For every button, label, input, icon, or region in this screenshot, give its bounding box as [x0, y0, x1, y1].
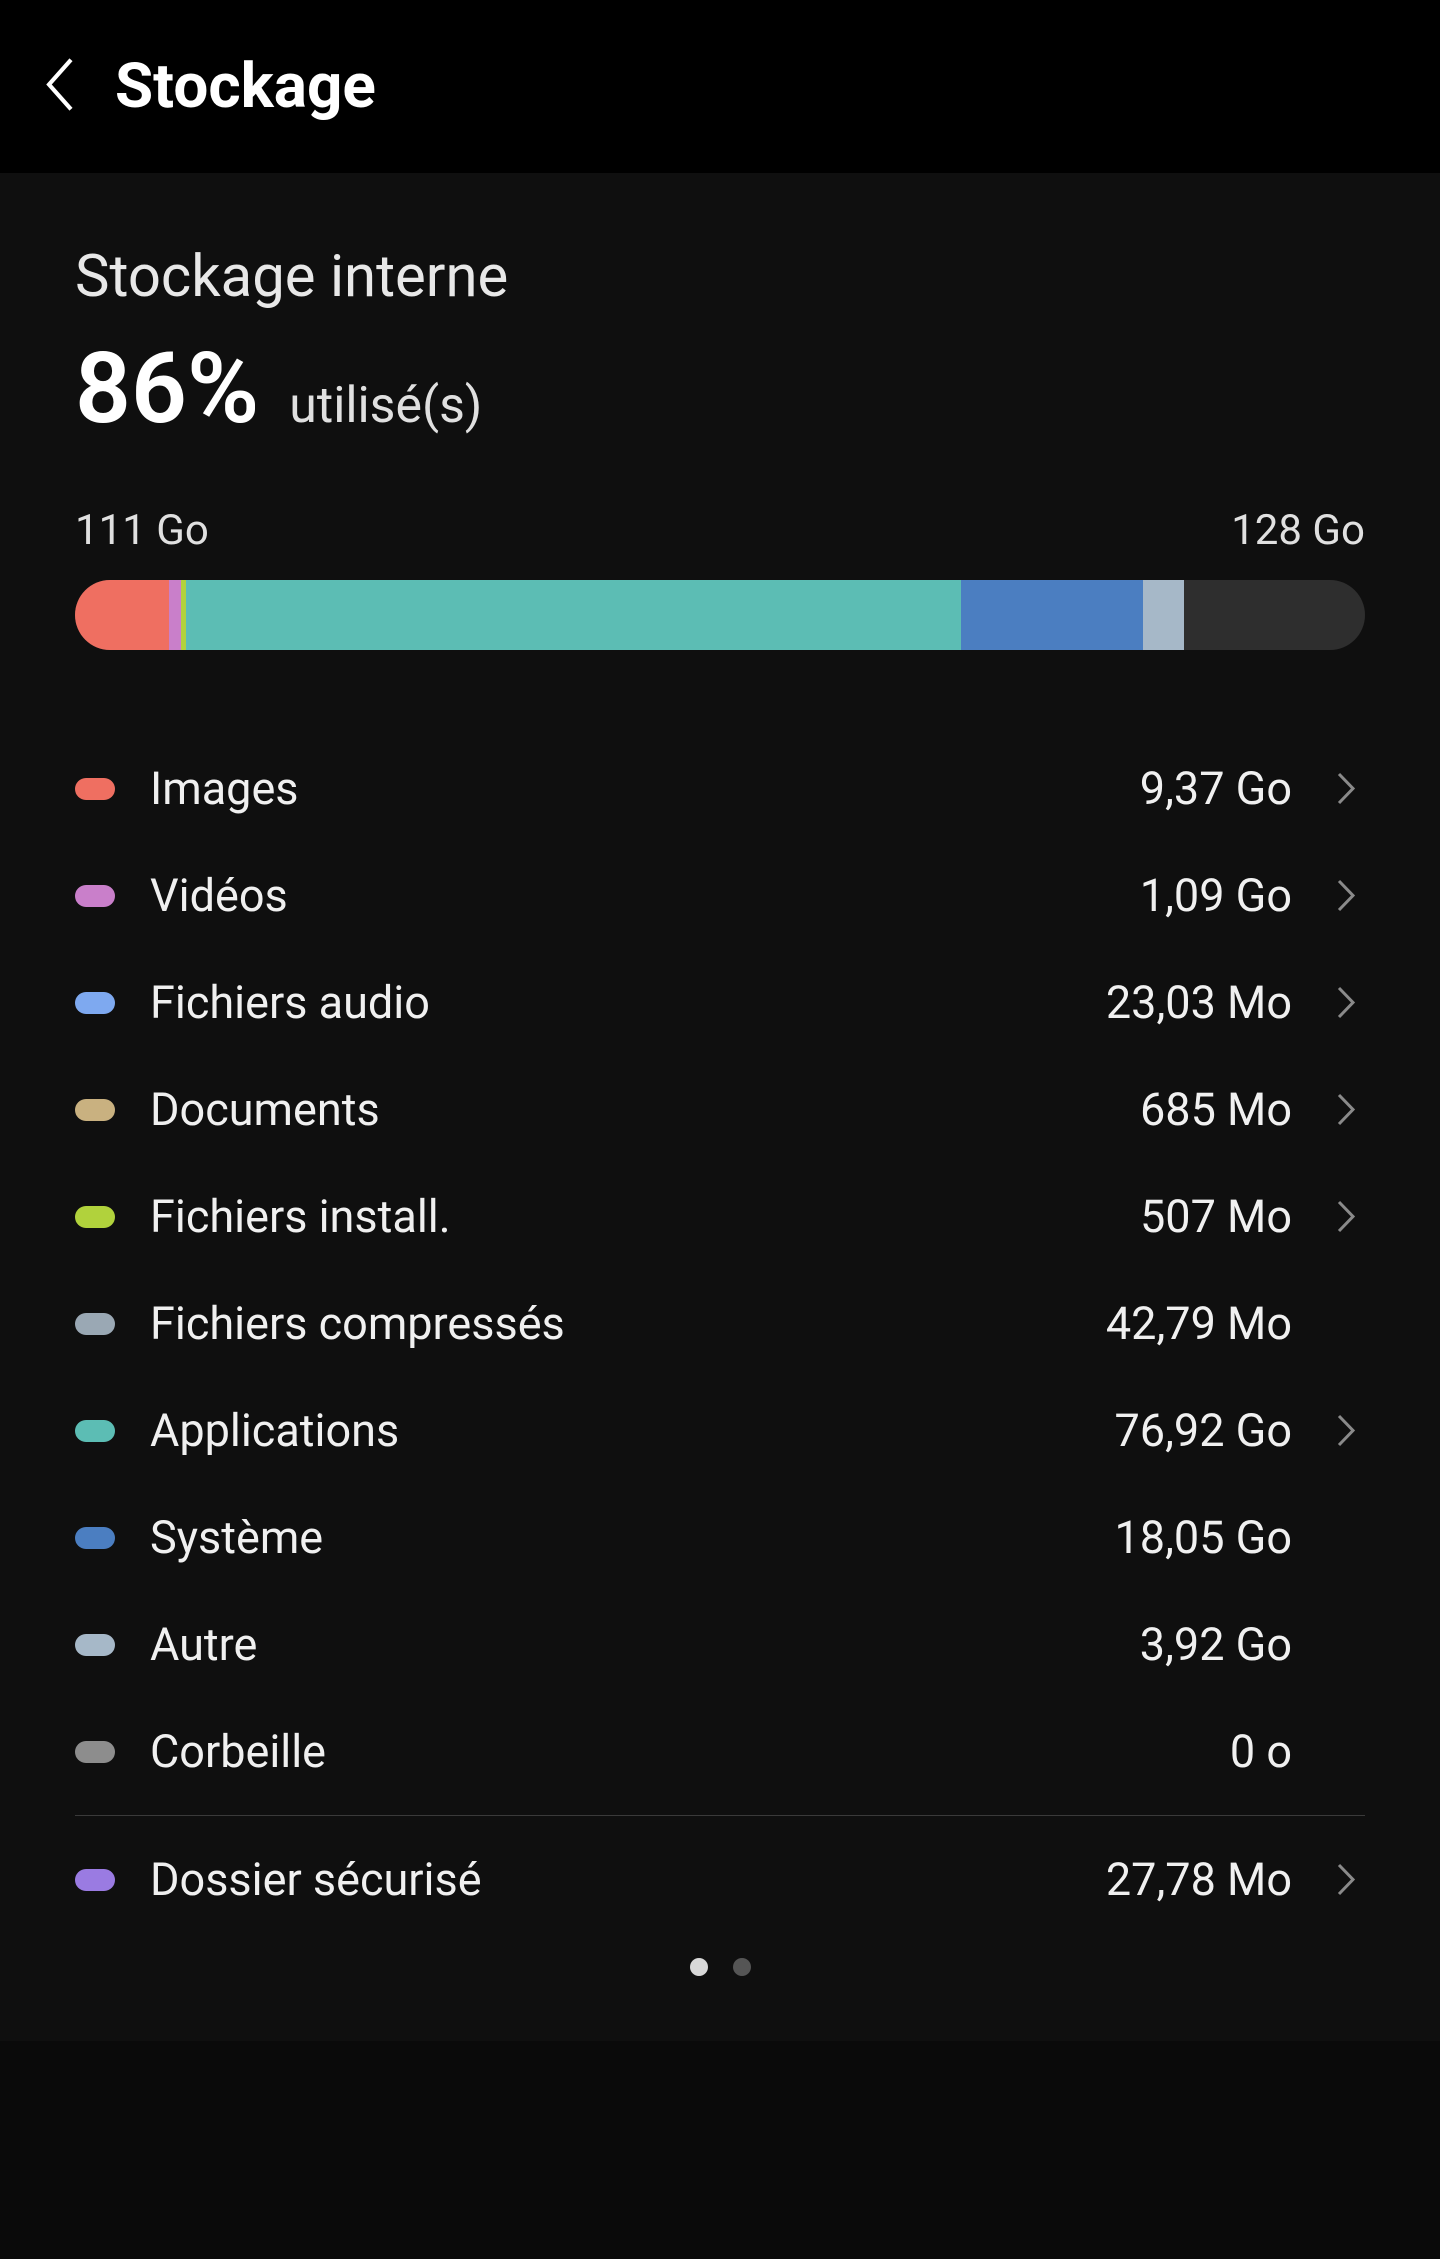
- chevron-right-icon: [1327, 1413, 1365, 1448]
- category-size: 27,78 Mo: [1092, 1853, 1292, 1906]
- category-size: 685 Mo: [1092, 1083, 1292, 1136]
- section-title: Stockage interne: [75, 243, 1365, 311]
- category-label: Documents: [150, 1083, 1057, 1136]
- category-label: Fichiers install.: [150, 1190, 1057, 1243]
- category-size: 18,05 Go: [1092, 1511, 1292, 1564]
- category-size: 23,03 Mo: [1092, 976, 1292, 1029]
- category-size: 0 o: [1092, 1725, 1292, 1778]
- back-icon[interactable]: [40, 57, 80, 116]
- category-size: 3,92 Go: [1092, 1618, 1292, 1671]
- storage-category-row: Fichiers compressés 42,79 Mo: [75, 1270, 1365, 1377]
- chevron-right-icon: [1327, 985, 1365, 1020]
- used-amount: 111 Go: [75, 506, 209, 555]
- storage-category-row[interactable]: Documents 685 Mo: [75, 1056, 1365, 1163]
- category-label: Dossier sécurisé: [150, 1853, 1057, 1906]
- category-color-pill: [75, 992, 115, 1014]
- category-color-pill: [75, 1741, 115, 1763]
- category-size: 507 Mo: [1092, 1190, 1292, 1243]
- category-size: 42,79 Mo: [1092, 1297, 1292, 1350]
- page-indicator[interactable]: [75, 1933, 1365, 2001]
- category-color-pill: [75, 778, 115, 800]
- chevron-right-icon: [1327, 1862, 1365, 1897]
- category-color-pill: [75, 1527, 115, 1549]
- storage-category-row[interactable]: Dossier sécurisé 27,78 Mo: [75, 1826, 1365, 1933]
- category-color-pill: [75, 1099, 115, 1121]
- category-size: 9,37 Go: [1092, 762, 1292, 815]
- category-label: Fichiers audio: [150, 976, 1057, 1029]
- usage-label: utilisé(s): [289, 377, 482, 435]
- category-label: Images: [150, 762, 1057, 815]
- storage-category-row[interactable]: Vidéos 1,09 Go: [75, 842, 1365, 949]
- storage-category-row[interactable]: Applications 76,92 Go: [75, 1377, 1365, 1484]
- chevron-right-icon: [1327, 771, 1365, 806]
- category-label: Applications: [150, 1404, 1057, 1457]
- usage-percent: 86%: [75, 331, 259, 446]
- category-label: Système: [150, 1511, 1057, 1564]
- category-label: Vidéos: [150, 869, 1057, 922]
- storage-categories: Images 9,37 Go Vidéos 1,09 Go Fichiers audio…: [75, 735, 1365, 1805]
- category-color-pill: [75, 1869, 115, 1891]
- category-size: 1,09 Go: [1092, 869, 1292, 922]
- chevron-right-icon: [1327, 1199, 1365, 1234]
- storage-category-row: Autre 3,92 Go: [75, 1591, 1365, 1698]
- category-color-pill: [75, 1313, 115, 1335]
- page-dot-inactive: [733, 1958, 751, 1976]
- storage-content: Stockage interne 86% utilisé(s) 111 Go 1…: [0, 173, 1440, 2041]
- storage-bar-labels: 111 Go 128 Go: [75, 506, 1365, 555]
- storage-bar-segment: [1143, 580, 1184, 650]
- category-label: Corbeille: [150, 1725, 1057, 1778]
- storage-bar-segment: [169, 580, 181, 650]
- category-size: 76,92 Go: [1092, 1404, 1292, 1457]
- total-amount: 128 Go: [1231, 506, 1365, 555]
- page-title: Stockage: [115, 50, 376, 123]
- chevron-right-icon: [1327, 878, 1365, 913]
- category-color-pill: [75, 1420, 115, 1442]
- storage-bar: [75, 580, 1365, 650]
- storage-category-row[interactable]: Fichiers audio 23,03 Mo: [75, 949, 1365, 1056]
- storage-bar-segment: [186, 580, 961, 650]
- storage-category-row: Système 18,05 Go: [75, 1484, 1365, 1591]
- storage-category-row[interactable]: Images 9,37 Go: [75, 735, 1365, 842]
- chevron-right-icon: [1327, 1092, 1365, 1127]
- storage-category-row: Corbeille 0 o: [75, 1698, 1365, 1805]
- category-separator: [75, 1815, 1365, 1816]
- category-color-pill: [75, 885, 115, 907]
- app-header: Stockage: [0, 0, 1440, 173]
- page-dot-active: [690, 1958, 708, 1976]
- category-color-pill: [75, 1634, 115, 1656]
- category-label: Autre: [150, 1618, 1057, 1671]
- category-color-pill: [75, 1206, 115, 1228]
- storage-bar-segment: [961, 580, 1143, 650]
- category-label: Fichiers compressés: [150, 1297, 1057, 1350]
- storage-bar-segment: [75, 580, 169, 650]
- usage-summary: 86% utilisé(s): [75, 331, 1365, 446]
- storage-extra-categories: Dossier sécurisé 27,78 Mo: [75, 1826, 1365, 1933]
- storage-category-row[interactable]: Fichiers install. 507 Mo: [75, 1163, 1365, 1270]
